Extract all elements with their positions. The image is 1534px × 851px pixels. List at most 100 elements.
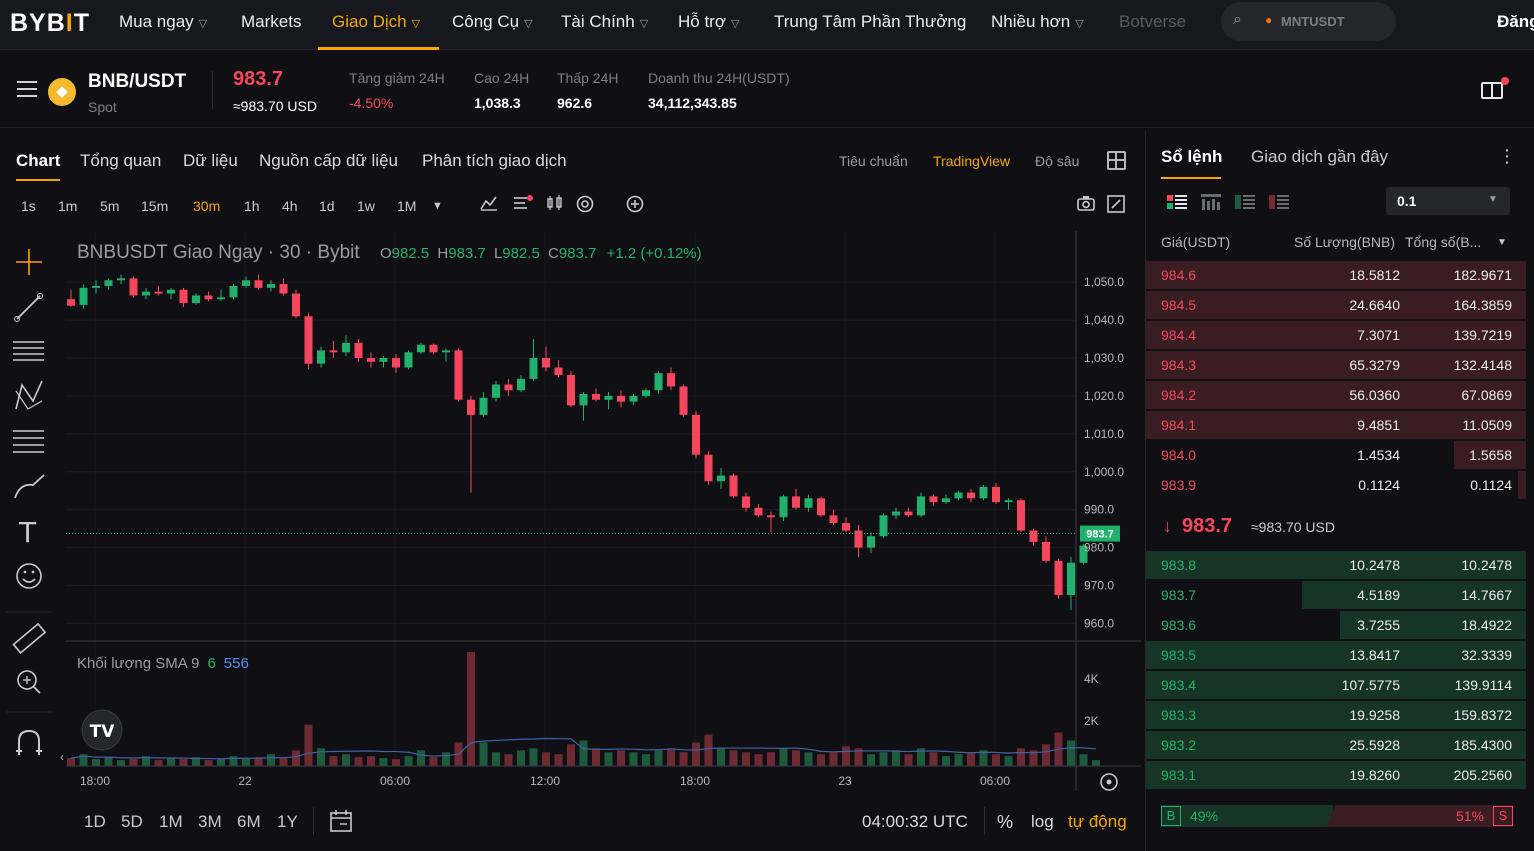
tf-4h[interactable]: 4h — [282, 198, 298, 214]
layout-grid-icon[interactable] — [1107, 151, 1126, 170]
goto-realtime-icon[interactable] — [1100, 773, 1118, 791]
tf-30m[interactable]: 30m — [193, 198, 220, 214]
ruler-icon[interactable] — [12, 622, 47, 655]
candle-body — [529, 358, 538, 379]
view-standard[interactable]: Tiêu chuẩn — [839, 153, 908, 169]
ask-row[interactable]: 984.4 7.3071 139.7219 — [1146, 321, 1526, 349]
calendar-icon[interactable] — [329, 809, 353, 838]
price-axis[interactable]: 1,050.0 1,040.0 1,030.0 1,020.0 1,010.0 1,000… — [1084, 275, 1124, 630]
pair-name[interactable]: BNB/USDT — [88, 71, 186, 93]
layout-bids-icon[interactable] — [1235, 194, 1255, 210]
view-tradingview[interactable]: TradingView — [933, 153, 1010, 169]
camera-icon[interactable] — [1077, 195, 1095, 216]
tab-recent-trades[interactable]: Giao dịch gần đây — [1251, 147, 1388, 167]
layout-depth-icon[interactable] — [1201, 194, 1221, 210]
nav-trade[interactable]: Giao Dịch ▽ — [332, 12, 420, 32]
log-scale-toggle[interactable]: log — [1031, 812, 1054, 832]
auto-scale-toggle[interactable]: tự động — [1068, 812, 1127, 832]
ask-row[interactable]: 984.6 18.5812 182.9671 — [1146, 261, 1526, 289]
tf-5m[interactable]: 5m — [100, 198, 119, 214]
nav-finance[interactable]: Tài Chính ▽ — [561, 12, 648, 32]
magnet-icon[interactable] — [16, 729, 42, 755]
more-options-icon[interactable]: ⋮ — [1498, 146, 1516, 167]
bid-row[interactable]: 983.8 10.2478 10.2478 — [1146, 551, 1526, 579]
scroll-left-icon[interactable]: ‹ — [60, 750, 64, 764]
nav-tools[interactable]: Công Cụ ▽ — [452, 12, 533, 32]
tab-order-book[interactable]: Sổ lệnh — [1161, 147, 1222, 167]
ask-row[interactable]: 984.0 1.4534 1.5658 — [1146, 441, 1526, 469]
book-icon[interactable] — [1481, 82, 1503, 99]
nav-more[interactable]: Nhiều hơn ▽ — [991, 12, 1084, 32]
nav-support[interactable]: Hỗ trợ ▽ — [678, 12, 739, 32]
tf-1d[interactable]: 1d — [319, 198, 335, 214]
tf-1w[interactable]: 1w — [357, 198, 375, 214]
fib-icon[interactable] — [13, 430, 44, 453]
volume-bar — [1079, 754, 1088, 766]
total-unit-chevron-icon[interactable]: ▼ — [1497, 237, 1507, 248]
bid-row[interactable]: 983.4 107.5775 139.9114 — [1146, 671, 1526, 699]
tf-1h[interactable]: 1h — [244, 198, 260, 214]
search-input[interactable]: ⌕ ● MNTUSDT — [1221, 2, 1396, 41]
tab-trade-analysis[interactable]: Phân tích giao dịch — [422, 151, 567, 171]
chart-canvas[interactable]: T 1,050.01,040.01,030.01,020.01,010.01,0… — [0, 231, 1141, 791]
ask-row[interactable]: 983.9 0.1124 0.1124 — [1146, 471, 1526, 499]
tradingview-logo[interactable]: TV — [81, 709, 123, 751]
tf-15m[interactable]: 15m — [141, 198, 168, 214]
tab-data[interactable]: Dữ liệu — [183, 151, 238, 171]
tab-overview[interactable]: Tổng quan — [80, 151, 161, 171]
trend-line-icon[interactable] — [14, 293, 43, 322]
tab-feed[interactable]: Nguồn cấp dữ liệu — [259, 151, 398, 171]
nav-rewards[interactable]: Trung Tâm Phần Thưởng — [774, 12, 966, 32]
range-3m[interactable]: 3M — [198, 812, 222, 832]
nav-buy-crypto[interactable]: Mua ngay ▽ — [119, 12, 207, 32]
tf-1s[interactable]: 1s — [21, 198, 36, 214]
tf-dropdown-icon[interactable]: ▼ — [432, 200, 443, 212]
zoom-in-icon[interactable] — [17, 670, 41, 694]
bid-row[interactable]: 983.1 19.8260 205.2560 — [1146, 761, 1526, 789]
volume-bar — [692, 742, 700, 766]
bid-row[interactable]: 983.7 4.5189 14.7667 — [1146, 581, 1526, 609]
horizontal-lines-icon[interactable] — [13, 341, 44, 361]
range-1y[interactable]: 1Y — [277, 812, 298, 832]
tf-1m[interactable]: 1m — [58, 198, 77, 214]
tab-chart[interactable]: Chart — [16, 151, 60, 171]
layout-both-icon[interactable] — [1167, 194, 1187, 210]
range-1d[interactable]: 1D — [84, 812, 106, 832]
candle-body — [467, 399, 475, 415]
ob-price: 983.7 — [1161, 587, 1197, 603]
bid-row[interactable]: 983.2 25.5928 185.4300 — [1146, 731, 1526, 759]
nav-markets[interactable]: Markets — [241, 12, 301, 32]
bybit-logo[interactable]: BYBIT — [10, 9, 90, 38]
settings-icon[interactable] — [576, 195, 594, 218]
menu-icon[interactable] — [17, 81, 37, 97]
add-icon[interactable] — [626, 195, 644, 218]
bid-row[interactable]: 983.3 19.9258 159.8372 — [1146, 701, 1526, 729]
view-depth[interactable]: Độ sâu — [1035, 153, 1079, 169]
text-tool-icon[interactable]: T — [18, 516, 37, 549]
ask-row[interactable]: 984.2 56.0360 67.0869 — [1146, 381, 1526, 409]
candles-icon[interactable] — [546, 195, 564, 216]
percent-scale-toggle[interactable]: % — [997, 812, 1013, 833]
utc-clock[interactable]: 04:00:32 UTC — [862, 812, 968, 832]
range-5d[interactable]: 5D — [121, 812, 143, 832]
nav-botverse[interactable]: Botverse — [1119, 12, 1186, 32]
layout-asks-icon[interactable] — [1269, 194, 1289, 210]
indicators-icon[interactable] — [513, 195, 533, 216]
chart-type-icon[interactable] — [480, 195, 498, 216]
ask-row[interactable]: 984.1 9.4851 11.0509 — [1146, 411, 1526, 439]
bid-row[interactable]: 983.5 13.8417 32.3339 — [1146, 641, 1526, 669]
range-6m[interactable]: 6M — [237, 812, 261, 832]
tf-1M[interactable]: 1M — [397, 198, 416, 214]
ask-row[interactable]: 984.3 65.3279 132.4148 — [1146, 351, 1526, 379]
pattern-icon[interactable] — [15, 380, 43, 410]
price-axis-label: 970.0 — [1084, 579, 1114, 593]
crosshair-icon[interactable] — [16, 249, 42, 275]
fullscreen-icon[interactable] — [1107, 195, 1125, 218]
bid-row[interactable]: 983.6 3.7255 18.4922 — [1146, 611, 1526, 639]
tick-size-select[interactable]: 0.1 ▼ — [1386, 187, 1510, 215]
ask-row[interactable]: 984.5 24.6640 164.3859 — [1146, 291, 1526, 319]
range-1m[interactable]: 1M — [159, 812, 183, 832]
login-button[interactable]: Đăng — [1497, 12, 1534, 32]
emoji-icon[interactable] — [16, 563, 42, 589]
brush-icon[interactable] — [14, 474, 45, 499]
